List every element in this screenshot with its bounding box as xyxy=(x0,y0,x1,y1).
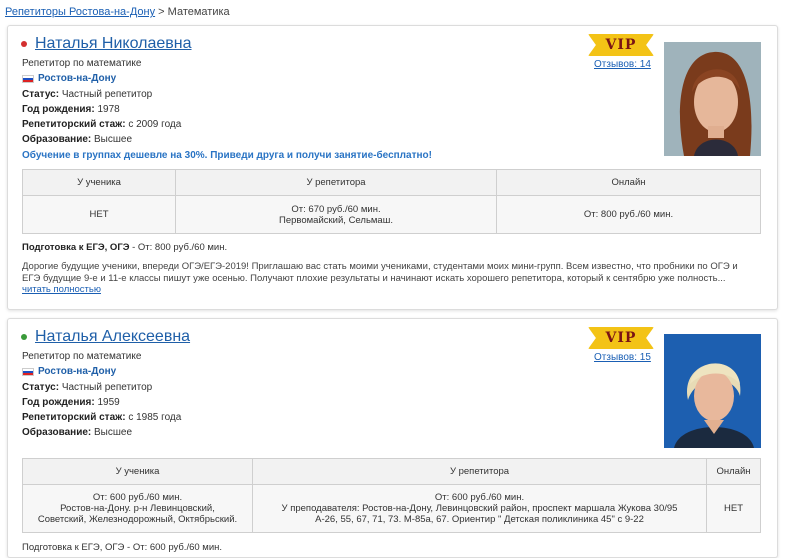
status-row: Статус: Частный репетитор xyxy=(22,380,181,395)
col-header-online: Онлайн xyxy=(706,458,761,485)
breadcrumb-separator: > xyxy=(158,6,165,18)
status-row: Статус: Частный репетитор xyxy=(22,87,432,102)
promo-text: Обучение в группах дешевле на 30%. Приве… xyxy=(22,149,432,161)
russia-flag-icon xyxy=(22,74,34,83)
breadcrumb: Репетиторы Ростова-на-Дону > Математика xyxy=(5,6,230,18)
city-label: Ростов-на-Дону xyxy=(38,366,117,378)
tutor-name-link[interactable]: Наталья Алексеевна xyxy=(35,328,190,346)
birth-value: 1959 xyxy=(97,396,120,408)
ege-label: Подготовка к ЕГЭ, ОГЭ xyxy=(22,242,130,253)
at-student-districts-1: Ростов-на-Дону. р-н Левинцовский, xyxy=(60,503,215,514)
at-tutor-transport: А-26, 55, 67, 71, 73. М-85а, 67. Ориенти… xyxy=(315,514,644,525)
vip-badge-icon: VIP xyxy=(588,327,654,349)
experience-row: Репетиторский стаж: с 2009 года xyxy=(22,117,432,132)
status-value: Частный репетитор xyxy=(61,381,153,393)
education-row: Образование: Высшее xyxy=(22,132,432,147)
cell-at-student: НЕТ xyxy=(22,195,176,234)
birth-row: Год рождения: 1959 xyxy=(22,395,181,410)
at-tutor-address: У преподавателя: Ростов-на-Дону, Левинцо… xyxy=(281,503,678,514)
tutor-name-link[interactable]: Наталья Николаевна xyxy=(35,35,192,53)
tutor-city[interactable]: Ростов-на-Дону xyxy=(22,71,432,86)
description-text: Дорогие будущие ученики, впереди ОГЭ/ЕГЭ… xyxy=(22,261,738,284)
col-header-online: Онлайн xyxy=(496,169,761,196)
reviews-link[interactable]: Отзывов: 14 xyxy=(594,59,651,70)
tutor-subtitle: Репетитор по математике xyxy=(22,58,142,69)
col-header-at-tutor: У репетитора xyxy=(252,458,707,485)
tutor-card: Наталья Алексеевна Репетитор по математи… xyxy=(7,318,778,558)
read-more-link[interactable]: читать полностью xyxy=(22,284,101,295)
experience-value: с 1985 года xyxy=(128,412,182,424)
tutor-card: Наталья Николаевна Репетитор по математи… xyxy=(7,25,778,310)
tutor-info: Репетитор по математике Ростов-на-Дону С… xyxy=(22,349,181,441)
status-label: Статус: xyxy=(22,88,60,100)
at-tutor-districts: Первомайский, Сельмаш. xyxy=(279,214,393,226)
tutor-photo-image xyxy=(664,42,761,156)
tutor-photo[interactable] xyxy=(664,42,761,156)
breadcrumb-link-tutors[interactable]: Репетиторы Ростова-на-Дону xyxy=(5,6,155,18)
birth-label: Год рождения: xyxy=(22,103,95,115)
experience-label: Репетиторский стаж: xyxy=(22,119,126,131)
prices-table: У ученика У репетитора Онлайн НЕТ От: 67… xyxy=(22,169,761,234)
experience-label: Репетиторский стаж: xyxy=(22,412,126,424)
tutor-city[interactable]: Ростов-на-Дону xyxy=(22,364,181,379)
col-header-at-student: У ученика xyxy=(22,458,253,485)
experience-row: Репетиторский стаж: с 1985 года xyxy=(22,410,181,425)
prices-table: У ученика У репетитора Онлайн От: 600 ру… xyxy=(22,458,761,533)
at-tutor-price: От: 670 руб./60 мин. xyxy=(291,203,381,215)
city-label: Ростов-на-Дону xyxy=(38,73,117,85)
status-label: Статус: xyxy=(22,381,60,393)
at-student-price: От: 600 руб./60 мин. xyxy=(92,492,183,503)
russia-flag-icon xyxy=(22,367,34,376)
vip-badge-icon: VIP xyxy=(588,34,654,56)
tutor-photo[interactable] xyxy=(664,334,761,448)
education-row: Образование: Высшее xyxy=(22,425,181,440)
ege-prep: Подготовка к ЕГЭ, ОГЭ - От: 800 руб./60 … xyxy=(22,242,227,253)
cell-online: НЕТ xyxy=(706,484,761,533)
status-value: Частный репетитор xyxy=(61,88,153,100)
tutor-photo-image xyxy=(664,334,761,448)
status-dot-icon xyxy=(21,334,27,340)
status-dot-icon xyxy=(21,41,27,47)
education-label: Образование: xyxy=(22,427,92,439)
at-tutor-price: От: 600 руб./60 мин. xyxy=(434,492,525,503)
col-header-at-tutor: У репетитора xyxy=(175,169,497,196)
breadcrumb-current: Математика xyxy=(167,6,230,18)
tutor-info: Репетитор по математике Ростов-на-Дону С… xyxy=(22,56,432,163)
cell-at-student: От: 600 руб./60 мин. Ростов-на-Дону. р-н… xyxy=(22,484,253,533)
tutor-description: Дорогие будущие ученики, впереди ОГЭ/ЕГЭ… xyxy=(22,261,747,296)
birth-row: Год рождения: 1978 xyxy=(22,102,432,117)
tutor-name-row: Наталья Алексеевна xyxy=(21,328,190,346)
birth-value: 1978 xyxy=(97,103,120,115)
tutor-subtitle: Репетитор по математике xyxy=(22,351,142,362)
reviews-link[interactable]: Отзывов: 15 xyxy=(594,352,651,363)
cell-online: От: 800 руб./60 мин. xyxy=(496,195,761,234)
tutor-name-row: Наталья Николаевна xyxy=(21,35,192,53)
col-header-at-student: У ученика xyxy=(22,169,176,196)
experience-value: с 2009 года xyxy=(128,119,182,131)
education-value: Высшее xyxy=(94,134,133,146)
education-value: Высшее xyxy=(94,427,133,439)
cell-at-tutor: От: 600 руб./60 мин. У преподавателя: Ро… xyxy=(252,484,707,533)
birth-label: Год рождения: xyxy=(22,396,95,408)
ege-price: - От: 800 руб./60 мин. xyxy=(132,242,228,253)
education-label: Образование: xyxy=(22,134,92,146)
ege-prep: Подготовка к ЕГЭ, ОГЭ - От: 600 руб./60 … xyxy=(22,542,223,553)
cell-at-tutor: От: 670 руб./60 мин. Первомайский, Сельм… xyxy=(175,195,497,234)
at-student-districts-2: Советский, Железнодорожный, Октябрьский. xyxy=(37,514,238,525)
